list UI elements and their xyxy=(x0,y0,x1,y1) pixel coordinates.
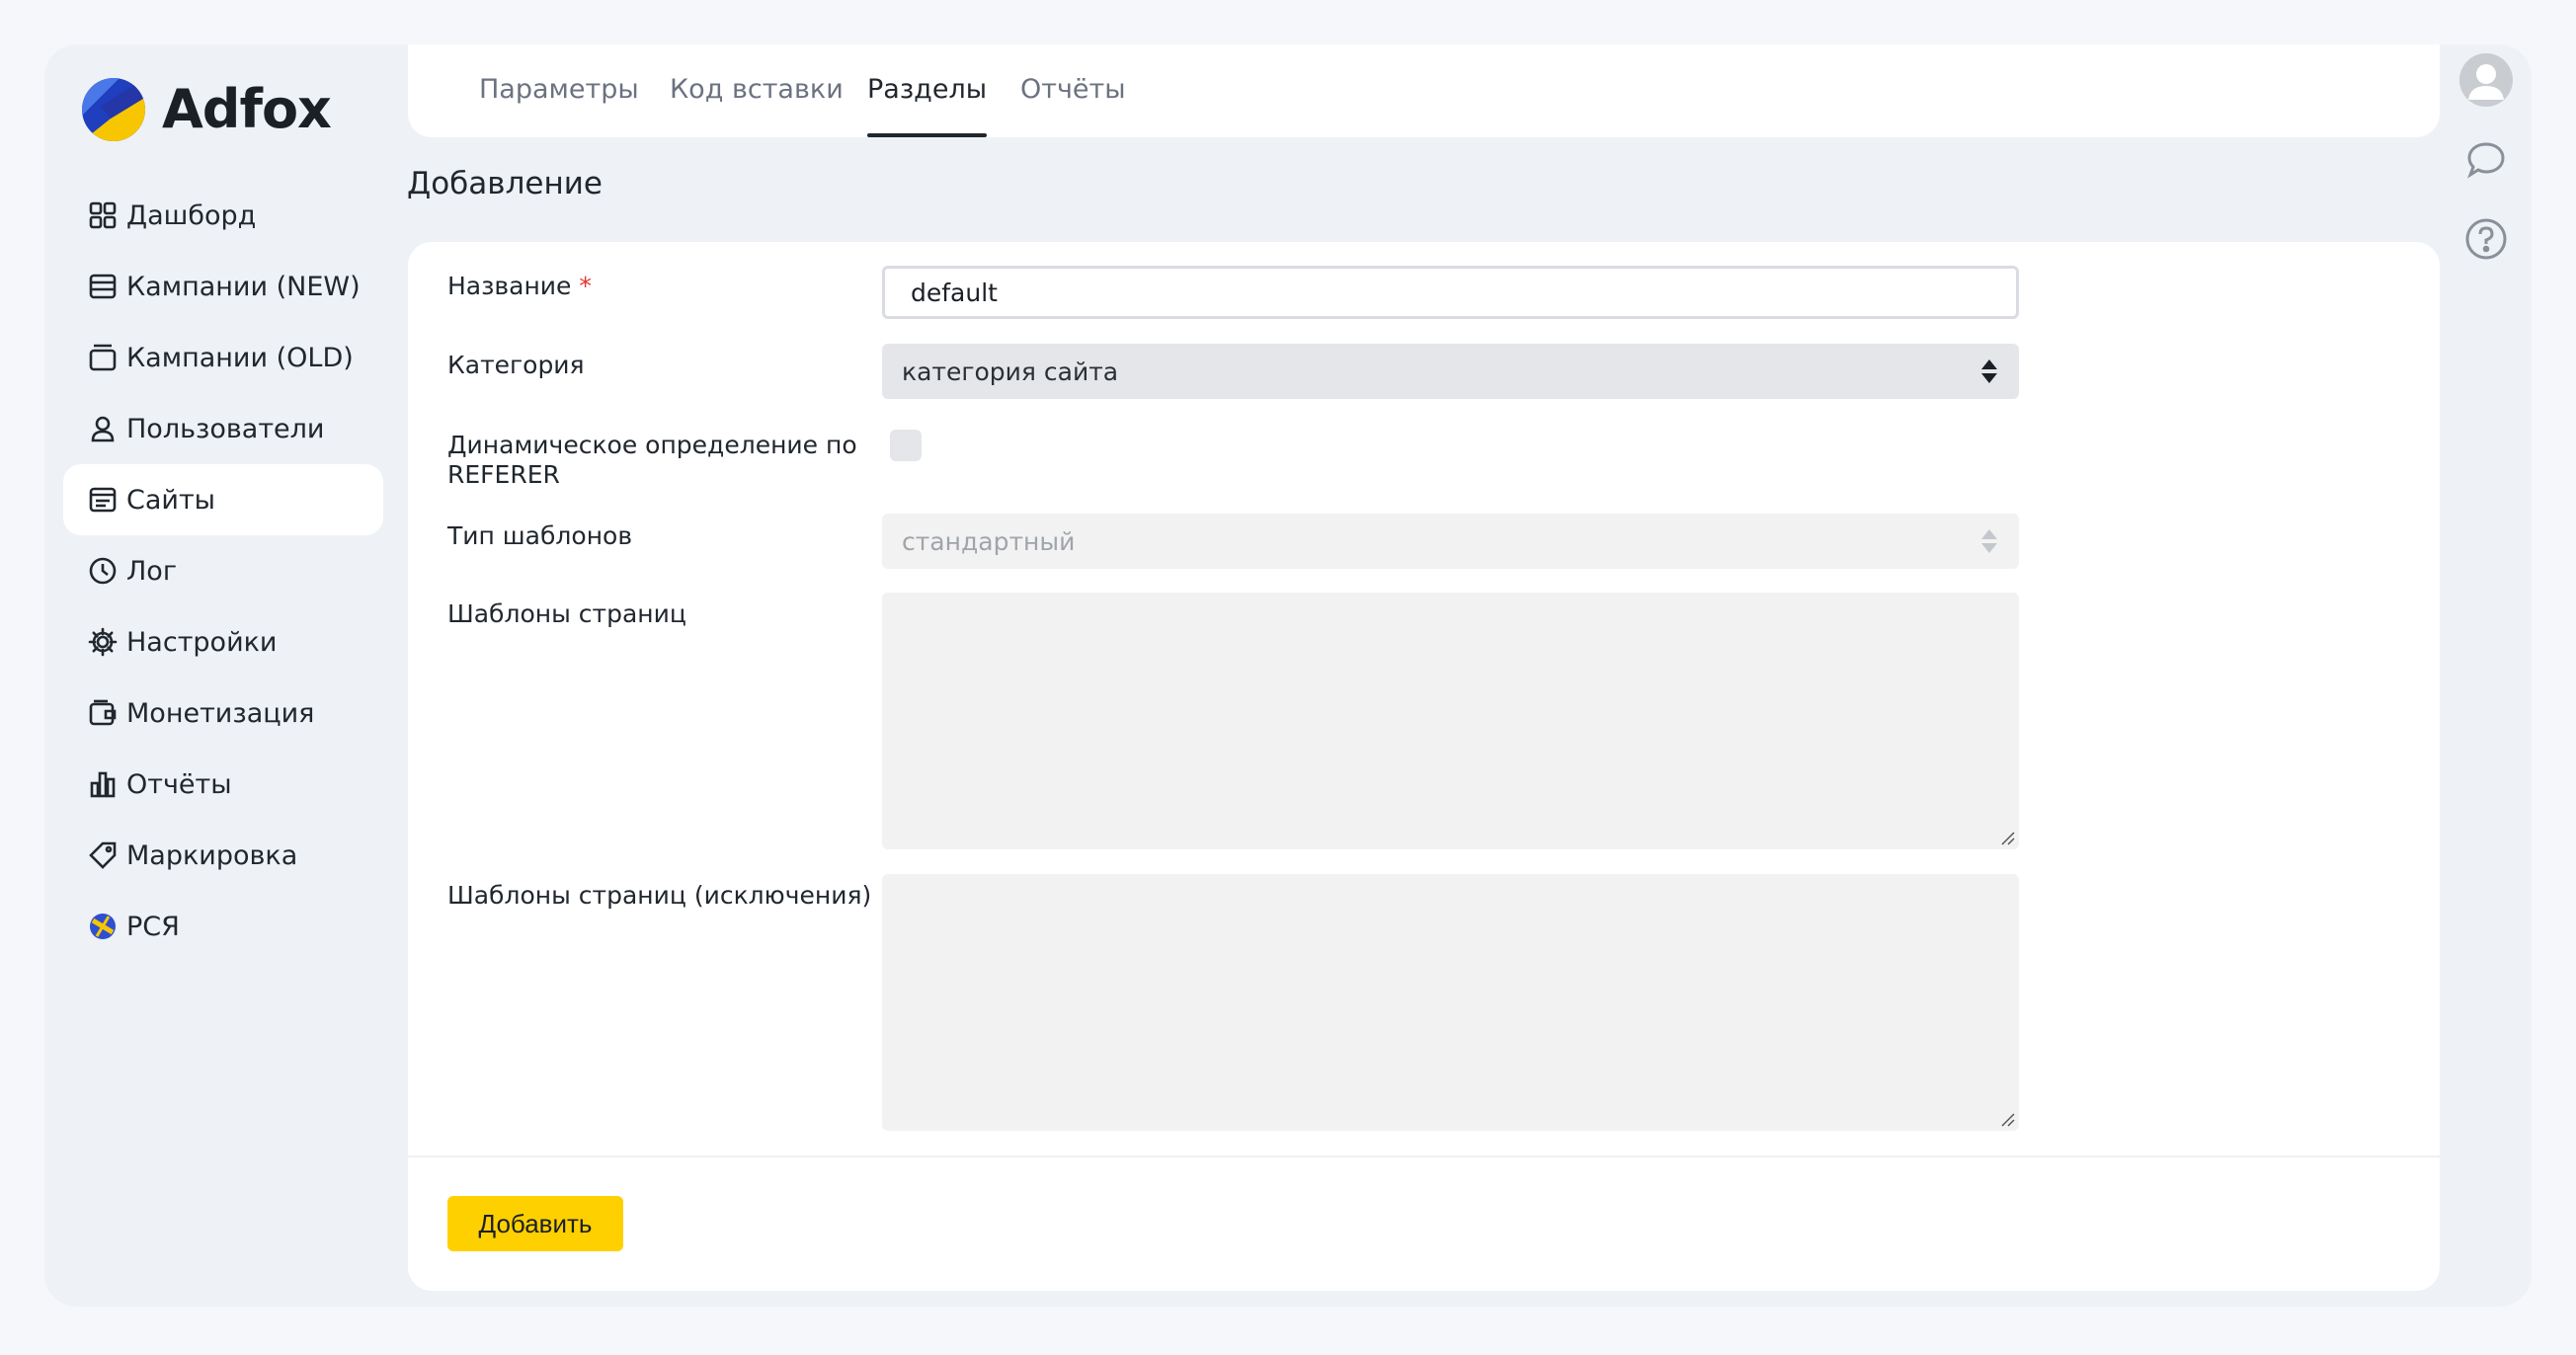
sidebar-item-log[interactable]: Лог xyxy=(63,535,383,606)
tab-sections[interactable]: Разделы xyxy=(867,74,988,137)
dynamic-referer-label: Динамическое определение по REFERER xyxy=(447,431,857,490)
avatar[interactable] xyxy=(2458,52,2514,108)
tabs-bar: Параметры Код вставки Разделы Отчёты xyxy=(408,44,2440,137)
gear-icon xyxy=(87,626,119,658)
sidebar-item-label: Дашборд xyxy=(126,199,257,231)
adfox-logo-icon xyxy=(82,78,145,141)
tab-embed-code[interactable]: Код вставки xyxy=(670,74,844,137)
page-templates-label: Шаблоны страниц xyxy=(447,599,686,628)
sidebar-item-settings[interactable]: Настройки xyxy=(63,606,383,678)
chat-icon[interactable] xyxy=(2458,132,2514,188)
sidebar-item-campaigns-old[interactable]: Кампании (OLD) xyxy=(63,322,383,393)
dynamic-referer-label-line1: Динамическое определение по xyxy=(447,431,857,459)
name-label-text: Название xyxy=(447,272,572,300)
select-arrows-icon xyxy=(1981,359,1997,383)
sidebar-item-label: Сайты xyxy=(126,484,215,516)
page-templates-textarea[interactable] xyxy=(882,593,2019,849)
tag-icon xyxy=(87,839,119,871)
page-title: Добавление xyxy=(407,166,603,201)
sidebar-item-label: Кампании (NEW) xyxy=(126,271,361,302)
sidebar-item-label: Отчёты xyxy=(126,768,232,800)
sidebar-item-campaigns-new[interactable]: Кампании (NEW) xyxy=(63,251,383,322)
name-input[interactable]: default xyxy=(882,266,2019,319)
sidebar-item-label: Монетизация xyxy=(126,697,315,729)
sidebar-item-label: Кампании (OLD) xyxy=(126,342,354,373)
clock-icon xyxy=(87,555,119,587)
dynamic-referer-checkbox[interactable] xyxy=(890,430,922,461)
sidebar-item-label: Настройки xyxy=(126,626,278,658)
sidebar-item-users[interactable]: Пользователи xyxy=(63,393,383,464)
template-type-select-value: стандартный xyxy=(902,526,1076,556)
template-type-select[interactable]: стандартный xyxy=(882,514,2019,569)
resize-grip-icon[interactable] xyxy=(1999,830,2015,845)
add-section-form: Название * default Категория категория с… xyxy=(408,242,2440,1291)
adfox-logo[interactable]: Adfox xyxy=(81,77,332,142)
sidebar-item-label: Маркировка xyxy=(126,839,298,871)
select-arrows-icon xyxy=(1981,529,1997,553)
template-type-label: Тип шаблонов xyxy=(447,521,633,550)
sites-icon xyxy=(87,484,119,516)
add-button[interactable]: Добавить xyxy=(447,1196,623,1251)
user-icon xyxy=(87,413,119,444)
rsya-logo-icon xyxy=(87,911,119,942)
tab-reports[interactable]: Отчёты xyxy=(1020,74,1126,137)
sidebar-nav: Дашборд Кампании (NEW) Кампании (OLD) По… xyxy=(63,180,383,962)
page-templates-exclusions-textarea[interactable] xyxy=(882,874,2019,1131)
resize-grip-icon[interactable] xyxy=(1999,1111,2015,1127)
name-label: Название * xyxy=(447,272,592,301)
app-name: Adfox xyxy=(162,78,332,140)
category-select[interactable]: категория сайта xyxy=(882,344,2019,399)
avatar-icon xyxy=(2459,53,2513,107)
sidebar-item-label: РСЯ xyxy=(126,911,180,942)
campaigns-new-icon xyxy=(87,271,119,302)
help-icon[interactable] xyxy=(2458,211,2514,267)
sidebar-item-dashboard[interactable]: Дашборд xyxy=(63,180,383,251)
dynamic-referer-label-line2: REFERER xyxy=(447,460,560,489)
name-input-value: default xyxy=(911,278,998,307)
sidebar-item-marking[interactable]: Маркировка xyxy=(63,820,383,891)
form-divider xyxy=(408,1156,2440,1157)
sidebar-item-label: Лог xyxy=(126,555,178,587)
campaigns-old-icon xyxy=(87,342,119,373)
required-mark: * xyxy=(579,272,592,300)
wallet-icon xyxy=(87,697,119,729)
sidebar-item-rsya[interactable]: РСЯ xyxy=(63,891,383,962)
sidebar-item-reports[interactable]: Отчёты xyxy=(63,749,383,820)
dashboard-icon xyxy=(87,199,119,231)
page-templates-exclusions-label: Шаблоны страниц (исключения) xyxy=(447,881,872,910)
tab-parameters[interactable]: Параметры xyxy=(479,74,639,137)
sidebar-item-label: Пользователи xyxy=(126,413,325,444)
bar-chart-icon xyxy=(87,768,119,800)
sidebar-item-sites[interactable]: Сайты xyxy=(63,464,383,535)
category-label: Категория xyxy=(447,351,585,379)
sidebar-item-monetization[interactable]: Монетизация xyxy=(63,678,383,749)
category-select-value: категория сайта xyxy=(902,357,1119,386)
